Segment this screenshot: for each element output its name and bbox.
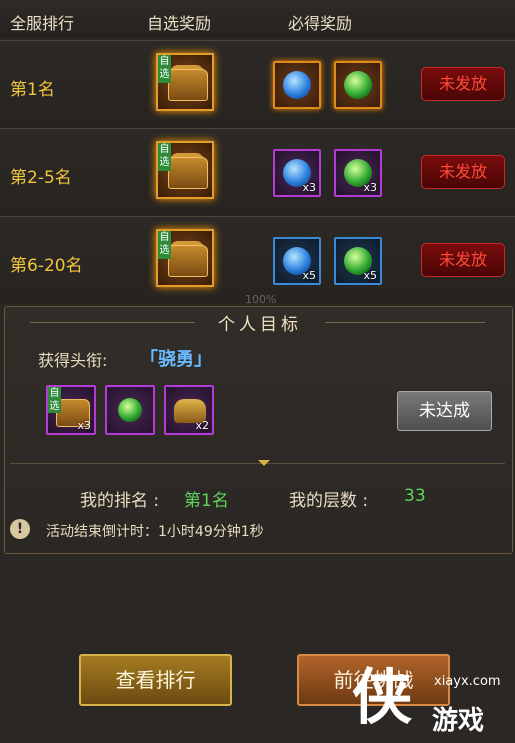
- rank-row-1: 第1名 自选 未发放: [0, 40, 515, 129]
- select-tag: 自选: [158, 231, 171, 259]
- select-reward-chest[interactable]: 自选: [156, 53, 214, 111]
- select-tag: 自选: [158, 143, 171, 171]
- divider-arrow-icon: [258, 460, 270, 466]
- select-tag: 自选: [48, 387, 61, 413]
- watermark-brand-text: 游戏: [432, 706, 485, 736]
- reward-item-blue-orb[interactable]: x5: [273, 237, 321, 285]
- chest-icon: [168, 245, 208, 277]
- rank-label: 第2-5名: [10, 168, 72, 188]
- item-count: x3: [77, 419, 91, 432]
- select-reward-chest[interactable]: 自选: [156, 141, 214, 199]
- rank-row-3: 第6-20名 自选 x5 x5 未发放: [0, 216, 515, 303]
- select-tag: 自选: [158, 55, 171, 83]
- title-divider-right: [325, 322, 485, 323]
- watermark: 侠 xiayx.com 游戏: [352, 662, 515, 743]
- chest-icon: [168, 69, 208, 101]
- my-rank-value: 第1名: [184, 491, 229, 511]
- header-select-reward: 自选奖励: [147, 14, 212, 33]
- watermark-brand-char: 侠: [352, 663, 412, 733]
- watermark-site: xiayx.com: [434, 674, 501, 689]
- status-badge-unissued: 未发放: [421, 67, 505, 101]
- item-count: x3: [302, 181, 316, 194]
- chest-icon: [168, 157, 208, 189]
- status-badge-unissued: 未发放: [421, 155, 505, 189]
- reward-item-blue-orb[interactable]: x3: [273, 149, 321, 197]
- my-floor-value: 33: [404, 486, 426, 506]
- header-rank: 全服排行: [10, 14, 75, 33]
- green-gem-icon: [118, 398, 142, 422]
- blue-orb-icon: [283, 71, 311, 99]
- scroll-percent: 100%: [245, 293, 277, 306]
- goal-item-gold-armor[interactable]: x2: [164, 385, 214, 435]
- header-guaranteed-reward: 必得奖励: [288, 14, 353, 33]
- goal-item-green-gem[interactable]: [105, 385, 155, 435]
- my-rank-label: 我的排名 :: [80, 491, 160, 511]
- title-label: 获得头衔:: [38, 351, 108, 370]
- status-badge-unissued: 未发放: [421, 243, 505, 277]
- alert-icon: !: [10, 519, 30, 539]
- reward-item-green-orb[interactable]: x5: [334, 237, 382, 285]
- countdown-text: 活动结束倒计时：1小时49分钟1秒: [46, 524, 264, 540]
- goal-item-chest[interactable]: 自选 x3: [46, 385, 96, 435]
- reward-item-green-orb[interactable]: [334, 61, 382, 109]
- my-floor-label: 我的层数 :: [289, 491, 369, 511]
- goal-status-button[interactable]: 未达成: [397, 391, 492, 431]
- view-ranking-button[interactable]: 查看排行: [79, 654, 232, 706]
- title-divider-left: [30, 322, 195, 323]
- item-count: x2: [195, 419, 209, 432]
- personal-goal-title: 个人目标: [218, 315, 302, 335]
- item-count: x5: [302, 269, 316, 282]
- rank-label: 第1名: [10, 80, 55, 100]
- ranking-header: 全服排行 自选奖励 必得奖励: [0, 0, 515, 38]
- title-value: 「骁勇」: [140, 349, 212, 370]
- green-orb-icon: [344, 71, 372, 99]
- select-reward-chest[interactable]: 自选: [156, 229, 214, 287]
- item-count: x3: [363, 181, 377, 194]
- reward-item-blue-orb[interactable]: [273, 61, 321, 109]
- item-count: x5: [363, 269, 377, 282]
- rank-row-2: 第2-5名 自选 x3 x3 未发放: [0, 128, 515, 217]
- rank-label: 第6-20名: [10, 256, 83, 276]
- reward-item-green-orb[interactable]: x3: [334, 149, 382, 197]
